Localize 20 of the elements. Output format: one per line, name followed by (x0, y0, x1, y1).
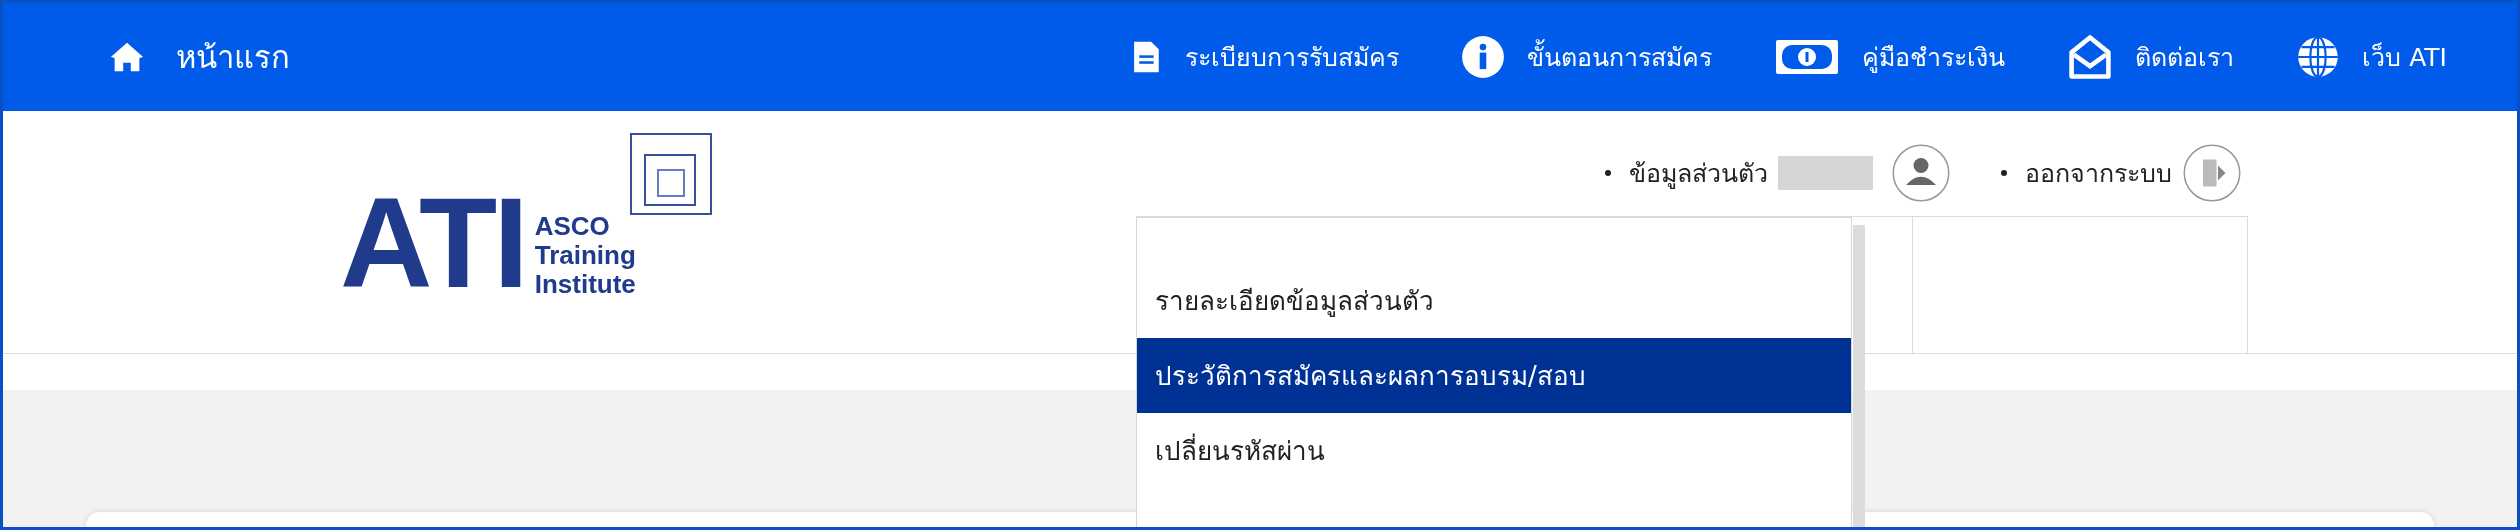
logo-text: ASCO Training Institute (534, 212, 636, 299)
nav-link[interactable]: ขั้นตอนการสมัคร (1461, 35, 1713, 79)
logo-mark: ATI (340, 193, 525, 293)
menu-item[interactable]: ประวัติการสมัครและผลการอบรม/สอบ (1137, 338, 1851, 413)
nav-link[interactable]: ติดต่อเรา (2067, 34, 2235, 80)
nav-link[interactable]: คู่มือชำระเงิน (1774, 37, 2006, 77)
user-icon (1891, 143, 1951, 203)
exit-door-icon (2182, 143, 2242, 203)
user-menu-link[interactable]: ออกจากระบบ (2001, 143, 2242, 203)
home-link[interactable]: หน้าแรก (108, 32, 290, 82)
scrollbar[interactable] (1853, 225, 1865, 527)
info-icon (1461, 35, 1506, 79)
envelope-icon (2067, 34, 2114, 80)
nav-link[interactable]: ระเบียบการรับสมัคร (1129, 35, 1400, 79)
menu-item[interactable]: เปลี่ยนรหัสผ่าน (1137, 413, 1851, 488)
squares-logo-icon (630, 133, 712, 215)
globe-icon (2296, 35, 2341, 79)
user-menu-link[interactable]: ข้อมูลส่วนตัว (1605, 143, 1951, 203)
nav-link[interactable]: เว็บ ATI (2296, 35, 2447, 79)
banknote-icon (1774, 38, 1841, 76)
